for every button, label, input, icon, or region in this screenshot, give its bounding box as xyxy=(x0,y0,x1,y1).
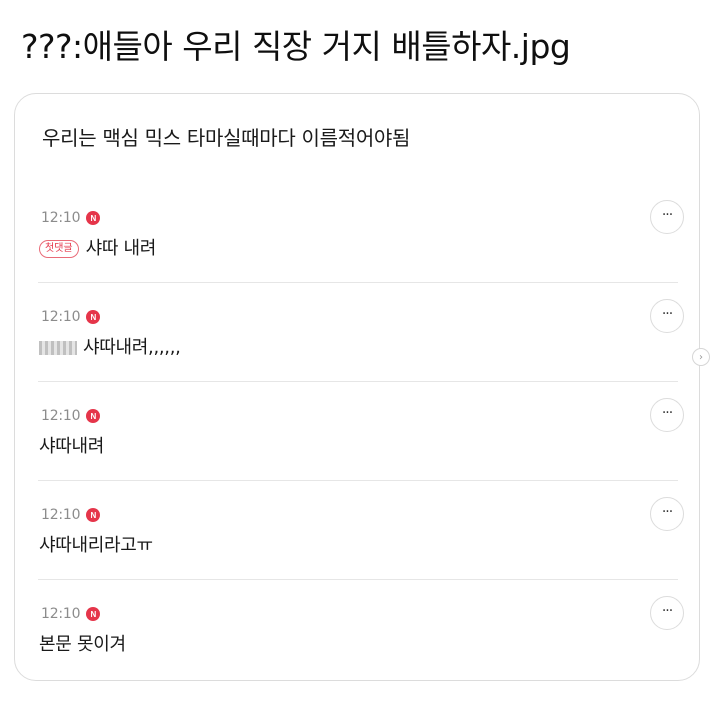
more-dots-icon: ··· xyxy=(661,306,673,322)
comment-body: 본문 못이겨 xyxy=(39,632,126,658)
more-dots-icon: ··· xyxy=(661,603,673,619)
new-badge-icon: N xyxy=(86,310,101,324)
comment-text: 샤따내려,,,,,, xyxy=(83,337,181,358)
comment-text: 본문 못이겨 xyxy=(39,634,126,655)
comment-time: 12:10 xyxy=(41,210,81,226)
page-title: ???:애들아 우리 직장 거지 배틀하자.jpg xyxy=(21,27,571,66)
post-title: 우리는 맥심 믹스 타마실때마다 이름적어야됨 xyxy=(42,126,411,150)
first-comment-tag: 첫댓글 xyxy=(39,240,79,258)
comment-item: 12:10 N 첫댓글 샤따 내려 ··· xyxy=(38,184,684,283)
new-badge-icon: N xyxy=(86,409,101,423)
comment-item: 12:10 N 샤따내려,,,,,, ··· xyxy=(38,283,684,382)
more-options-button[interactable]: ··· xyxy=(650,299,684,333)
comment-item: 12:10 N 본문 못이겨 ··· xyxy=(38,580,684,679)
comment-time: 12:10 xyxy=(41,606,81,622)
comment-time: 12:10 xyxy=(41,408,81,424)
more-options-button[interactable]: ··· xyxy=(650,596,684,630)
new-badge-icon: N xyxy=(86,211,101,225)
comment-body: 샤따내리라고ㅠ xyxy=(39,533,153,559)
new-badge-icon: N xyxy=(86,508,101,522)
comment-time: 12:10 xyxy=(41,309,81,325)
comment-text: 샤따내려 xyxy=(39,436,105,457)
next-arrow-button[interactable]: › xyxy=(692,348,710,366)
censored-word xyxy=(39,341,77,355)
comment-meta: 12:10 N xyxy=(41,406,101,426)
more-dots-icon: ··· xyxy=(661,504,673,520)
new-badge-icon: N xyxy=(86,607,101,621)
comment-meta: 12:10 N xyxy=(41,604,101,624)
comment-meta: 12:10 N xyxy=(41,505,101,525)
more-options-button[interactable]: ··· xyxy=(650,200,684,234)
post-card: 우리는 맥심 믹스 타마실때마다 이름적어야됨 12:10 N 첫댓글 샤따 내… xyxy=(14,93,700,681)
comment-time: 12:10 xyxy=(41,507,81,523)
comment-meta: 12:10 N xyxy=(41,307,101,327)
comment-body: 샤따내려,,,,,, xyxy=(39,335,181,361)
comment-text: 샤따내리라고ㅠ xyxy=(39,535,153,556)
more-options-button[interactable]: ··· xyxy=(650,497,684,531)
comment-item: 12:10 N 샤따내리라고ㅠ ··· xyxy=(38,481,684,580)
comment-body: 샤따내려 xyxy=(39,434,104,460)
more-dots-icon: ··· xyxy=(661,207,673,223)
more-options-button[interactable]: ··· xyxy=(650,398,684,432)
comment-item: 12:10 N 샤따내려 ··· xyxy=(38,382,684,481)
comment-body: 첫댓글 샤따 내려 xyxy=(39,236,156,262)
comment-meta: 12:10 N xyxy=(41,208,101,228)
comment-text: 샤따 내려 xyxy=(85,238,157,259)
more-dots-icon: ··· xyxy=(661,405,673,421)
